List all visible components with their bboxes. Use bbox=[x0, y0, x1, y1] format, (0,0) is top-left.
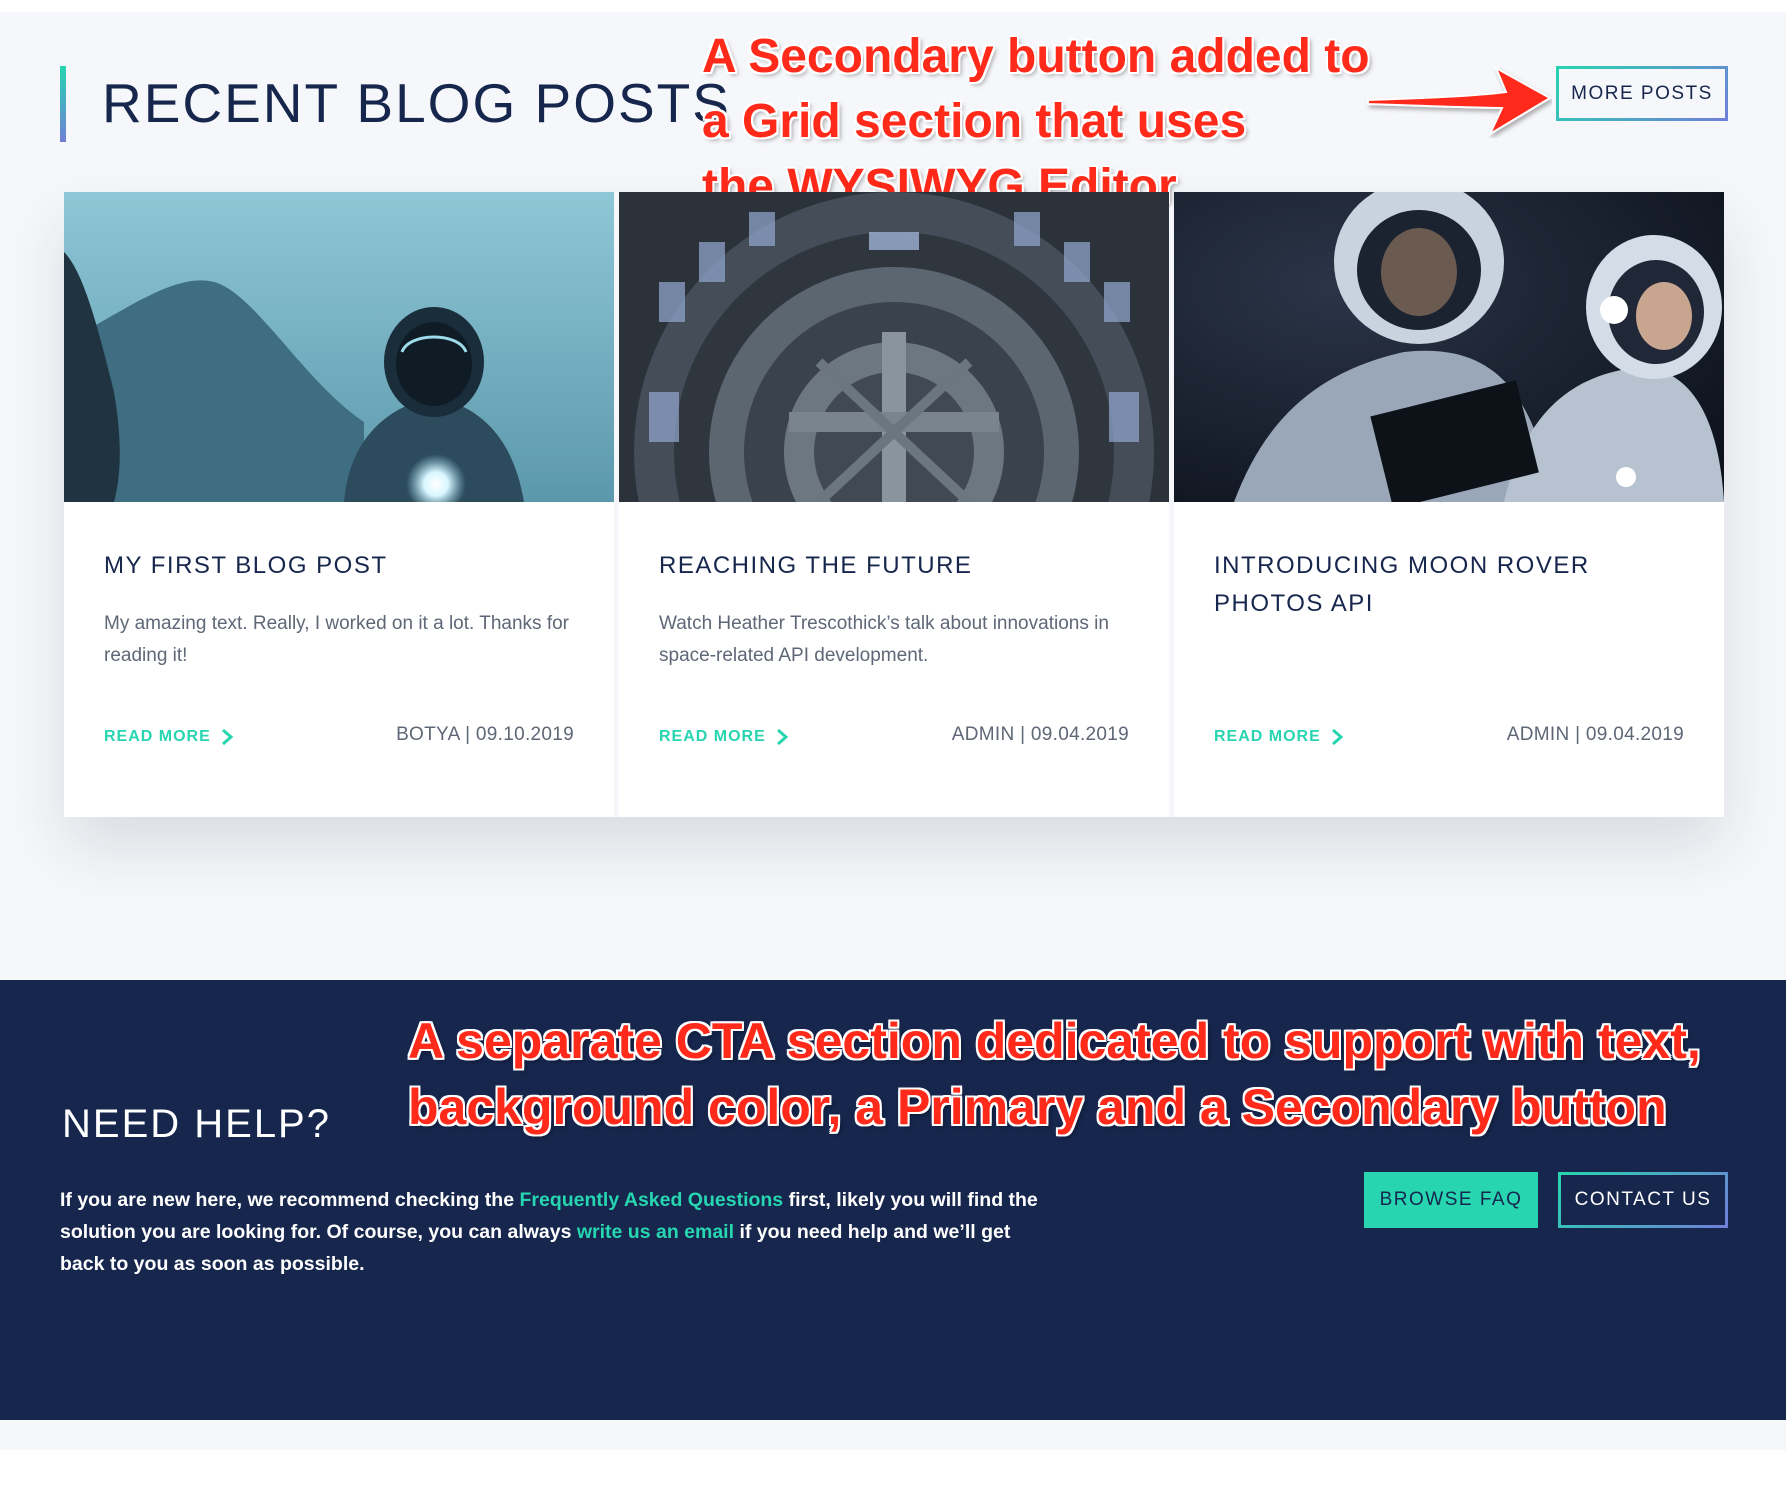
footer-background bbox=[0, 1420, 1786, 1450]
annotation-cta-section: A separate CTA section dedicated to supp… bbox=[408, 1008, 1701, 1140]
annotation-line: a Grid section that uses bbox=[702, 95, 1247, 148]
blog-card-title[interactable]: INTRODUCING MOON ROVER PHOTOS API bbox=[1214, 547, 1694, 623]
email-link[interactable]: write us an email bbox=[577, 1221, 734, 1243]
annotation-line: background color, a Primary and a Second… bbox=[408, 1079, 1667, 1135]
title-accent-bar bbox=[60, 66, 66, 142]
section-title: RECENT BLOG POSTS bbox=[102, 72, 731, 134]
cta-text-part: If you are new here, we recommend checki… bbox=[60, 1189, 520, 1211]
blog-card-meta: BOTYA | 09.10.2019 bbox=[396, 724, 574, 745]
read-more-link[interactable]: READ MORE bbox=[1214, 728, 1343, 746]
blog-card-title[interactable]: MY FIRST BLOG POST bbox=[104, 547, 584, 585]
cta-title: NEED HELP? bbox=[62, 1102, 331, 1146]
read-more-label: READ MORE bbox=[104, 728, 211, 745]
chevron-right-icon bbox=[776, 728, 788, 746]
blog-card-title[interactable]: REACHING THE FUTURE bbox=[659, 547, 1139, 585]
faq-link[interactable]: Frequently Asked Questions bbox=[519, 1189, 783, 1211]
contact-us-button[interactable]: CONTACT US bbox=[1558, 1172, 1728, 1228]
blog-card-excerpt: My amazing text. Really, I worked on it … bbox=[104, 613, 569, 666]
read-more-link[interactable]: READ MORE bbox=[659, 728, 788, 746]
read-more-link[interactable]: READ MORE bbox=[104, 728, 233, 746]
blog-card-image[interactable] bbox=[619, 192, 1169, 502]
blog-card: INTRODUCING MOON ROVER PHOTOS API READ M… bbox=[1174, 192, 1724, 817]
browse-faq-button[interactable]: BROWSE FAQ bbox=[1364, 1172, 1538, 1228]
annotation-line: A separate CTA section dedicated to supp… bbox=[408, 1013, 1701, 1069]
blog-card-meta: ADMIN | 09.04.2019 bbox=[951, 724, 1129, 745]
annotation-line: A Secondary button added to bbox=[702, 30, 1370, 83]
blog-card-excerpt: Watch Heather Trescothick’s talk about i… bbox=[659, 613, 1109, 666]
chevron-right-icon bbox=[221, 728, 233, 746]
more-posts-button[interactable]: MORE POSTS bbox=[1556, 66, 1728, 121]
cta-text: If you are new here, we recommend checki… bbox=[60, 1184, 1050, 1280]
blog-post-grid: MY FIRST BLOG POST My amazing text. Real… bbox=[64, 192, 1724, 817]
read-more-label: READ MORE bbox=[1214, 728, 1321, 745]
blog-card: MY FIRST BLOG POST My amazing text. Real… bbox=[64, 192, 614, 817]
blog-card-meta: ADMIN | 09.04.2019 bbox=[1506, 724, 1684, 745]
blog-card-image[interactable] bbox=[64, 192, 614, 502]
blog-card-image[interactable] bbox=[1174, 192, 1724, 502]
chevron-right-icon bbox=[1331, 728, 1343, 746]
blog-card: REACHING THE FUTURE Watch Heather Tresco… bbox=[619, 192, 1169, 817]
annotation-secondary-button: A Secondary button added to a Grid secti… bbox=[702, 24, 1370, 219]
annotation-arrow-icon bbox=[1367, 65, 1552, 137]
read-more-label: READ MORE bbox=[659, 728, 766, 745]
